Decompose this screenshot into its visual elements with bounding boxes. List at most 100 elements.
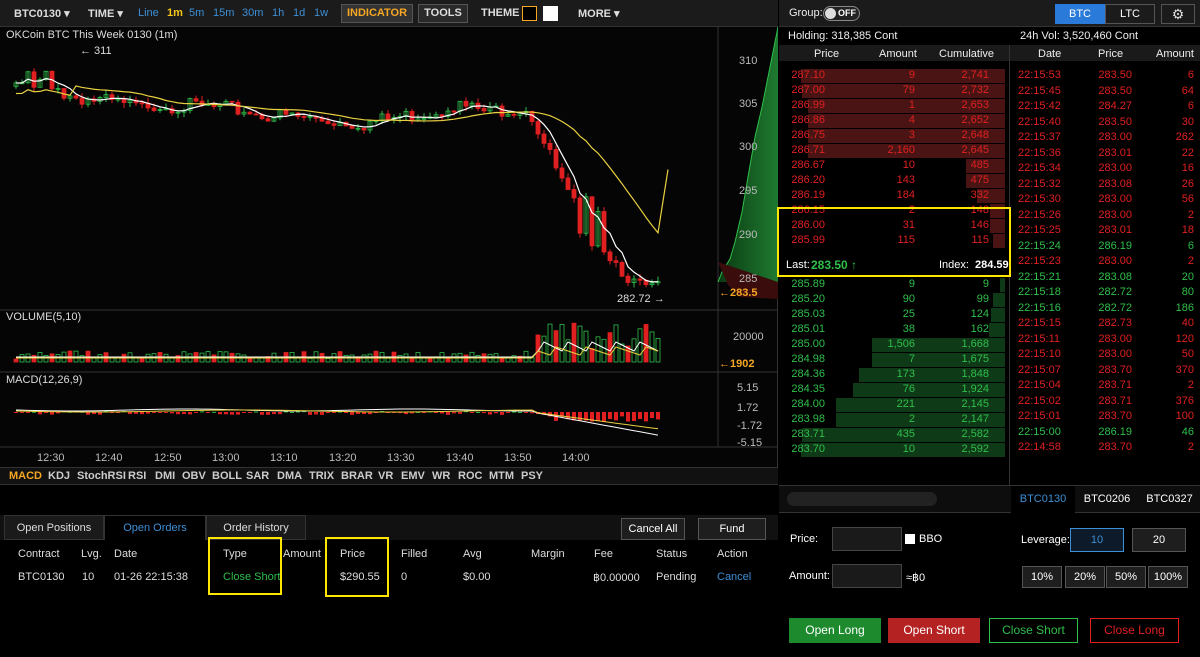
leverage-20-button[interactable]: 20 — [1132, 528, 1186, 552]
ask-row[interactable]: 286.20 143 475 — [783, 174, 1005, 188]
candle-body — [619, 262, 625, 277]
close-short-button[interactable]: Close Short — [989, 618, 1078, 643]
interval-1m[interactable]: 1m — [167, 7, 183, 19]
bid-row[interactable]: 284.98 7 1,675 — [783, 353, 1005, 367]
ask-row[interactable]: 286.75 3 2,648 — [783, 129, 1005, 143]
ask-row[interactable]: 287.10 9 2,741 — [783, 69, 1005, 83]
contract-tab-btc0206[interactable]: BTC0206 — [1075, 486, 1139, 513]
pct-10-button[interactable]: 10% — [1022, 566, 1062, 588]
tab-open-orders[interactable]: Open Orders — [104, 515, 206, 540]
time-select[interactable]: TIME ▾ — [88, 7, 123, 20]
tab-open-positions[interactable]: Open Positions — [4, 515, 104, 540]
macd-tick: 1.72 — [737, 402, 759, 414]
gear-icon[interactable]: ⚙ — [1161, 4, 1195, 24]
indicator-tab-vr[interactable]: VR — [378, 470, 393, 482]
more-menu[interactable]: MORE ▾ — [578, 7, 620, 20]
indicator-tab-emv[interactable]: EMV — [401, 470, 425, 482]
bid-row[interactable]: 285.00 1,506 1,668 — [783, 338, 1005, 352]
ask-row[interactable]: 286.86 4 2,652 — [783, 114, 1005, 128]
candle-body — [121, 98, 127, 103]
interval-15m[interactable]: 15m — [213, 7, 234, 19]
indicator-tab-rsi[interactable]: RSI — [128, 470, 146, 482]
trade-time: 22:15:10 — [1018, 348, 1061, 360]
time-tick: 13:40 — [446, 452, 474, 464]
bid-price: 285.20 — [791, 293, 825, 305]
theme-dark-swatch[interactable] — [522, 6, 537, 21]
tools-button[interactable]: TOOLS — [418, 4, 468, 23]
indicator-tab-obv[interactable]: OBV — [182, 470, 206, 482]
volume-bar — [559, 324, 565, 363]
theme-light-swatch[interactable] — [543, 6, 558, 21]
leverage-10-button[interactable]: 10 — [1070, 528, 1124, 552]
ask-row[interactable]: 286.19 184 332 — [783, 189, 1005, 203]
indicator-tab-roc[interactable]: ROC — [458, 470, 482, 482]
ask-row[interactable]: 287.00 79 2,732 — [783, 84, 1005, 98]
bid-row[interactable]: 285.20 90 99 — [783, 293, 1005, 307]
indicator-tab-macd[interactable]: MACD — [9, 470, 42, 482]
interval-1d[interactable]: 1d — [293, 7, 305, 19]
contract-tab-btc0130[interactable]: BTC0130 — [1011, 486, 1075, 513]
ask-row[interactable]: 286.99 1 2,653 — [783, 99, 1005, 113]
indicator-tab-dmi[interactable]: DMI — [155, 470, 175, 482]
macd-hist-bar — [236, 412, 240, 415]
highlight-box-type — [208, 537, 282, 595]
pct-100-button[interactable]: 100% — [1148, 566, 1188, 588]
indicator-tab-boll[interactable]: BOLL — [212, 470, 242, 482]
bid-row[interactable]: 285.01 38 162 — [783, 323, 1005, 337]
ask-price: 286.86 — [791, 114, 825, 126]
bid-row[interactable]: 284.00 221 2,145 — [783, 398, 1005, 412]
fund-button[interactable]: Fund — [698, 518, 766, 540]
indicator-tab-trix[interactable]: TRIX — [309, 470, 334, 482]
pct-50-button[interactable]: 50% — [1106, 566, 1146, 588]
group-toggle[interactable]: OFF — [823, 6, 860, 21]
macd-tick: -5.15 — [737, 437, 763, 449]
price-input[interactable] — [832, 527, 902, 551]
volume-bar — [307, 358, 313, 363]
bid-cumulative: 1,924 — [961, 383, 989, 395]
ask-row[interactable]: 286.71 2,160 2,645 — [783, 144, 1005, 158]
cancel-all-button[interactable]: Cancel All — [621, 518, 685, 540]
indicator-tab-mtm[interactable]: MTM — [489, 470, 514, 482]
volume-bar — [43, 355, 49, 363]
tab-btc[interactable]: BTC — [1055, 4, 1105, 24]
bid-price: 284.98 — [791, 353, 825, 365]
indicator-tab-brar[interactable]: BRAR — [341, 470, 373, 482]
tab-ltc[interactable]: LTC — [1105, 4, 1155, 24]
indicator-button[interactable]: INDICATOR — [341, 4, 413, 23]
bid-amount: 76 — [902, 383, 915, 395]
price-chart-area[interactable]: OKCoin BTC This Week 0130 (1m) ← 311 282… — [0, 27, 778, 467]
open-short-button[interactable]: Open Short — [888, 618, 980, 643]
bid-row[interactable]: 285.03 25 124 — [783, 308, 1005, 322]
amount-input[interactable] — [832, 564, 902, 588]
interval-1w[interactable]: 1w — [314, 7, 328, 19]
indicator-tab-wr[interactable]: WR — [432, 470, 450, 482]
candle-body — [139, 102, 145, 105]
ask-amount: 3 — [908, 129, 915, 141]
indicator-tab-dma[interactable]: DMA — [277, 470, 302, 482]
symbol-select[interactable]: BTC0130 ▾ — [14, 7, 70, 20]
ask-row[interactable]: 286.67 10 485 — [783, 159, 1005, 173]
interval-line[interactable]: Line — [138, 7, 159, 19]
cancel-order-link[interactable]: Cancel — [717, 571, 751, 583]
interval-5m[interactable]: 5m — [189, 7, 204, 19]
trade-price: 283.50 — [1098, 84, 1132, 97]
indicator-tab-stochrsi[interactable]: StochRSI — [77, 470, 126, 482]
bid-row[interactable]: 285.89 9 9 — [783, 278, 1005, 292]
interval-30m[interactable]: 30m — [242, 7, 263, 19]
indicator-tab-sar[interactable]: SAR — [246, 470, 269, 482]
bid-row[interactable]: 283.71 435 2,582 — [783, 428, 1005, 442]
trade-time: 22:15:23 — [1018, 255, 1061, 267]
bid-row[interactable]: 284.35 76 1,924 — [783, 383, 1005, 397]
bbo-checkbox[interactable] — [905, 534, 915, 544]
contract-tab-btc0327[interactable]: BTC0327 — [1139, 486, 1200, 513]
bid-row[interactable]: 284.36 173 1,848 — [783, 368, 1005, 382]
pct-20-button[interactable]: 20% — [1065, 566, 1105, 588]
bid-row[interactable]: 283.98 2 2,147 — [783, 413, 1005, 427]
bid-row[interactable]: 283.70 10 2,592 — [783, 443, 1005, 457]
close-long-button[interactable]: Close Long — [1090, 618, 1179, 643]
indicator-tab-kdj[interactable]: KDJ — [48, 470, 70, 482]
indicator-tab-psy[interactable]: PSY — [521, 470, 543, 482]
open-long-button[interactable]: Open Long — [789, 618, 881, 643]
ask-price: 286.19 — [791, 189, 825, 201]
interval-1h[interactable]: 1h — [272, 7, 284, 19]
